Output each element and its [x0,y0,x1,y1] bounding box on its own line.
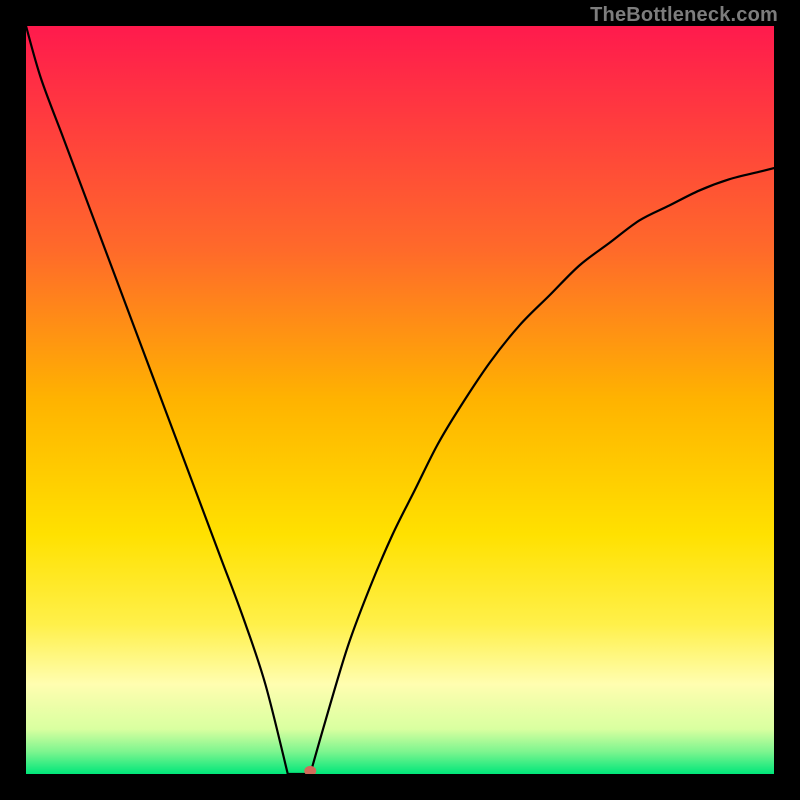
watermark-text: TheBottleneck.com [590,4,778,27]
bottleneck-chart [26,26,774,774]
plot-background [26,26,774,774]
outer-frame: TheBottleneck.com [0,0,800,800]
